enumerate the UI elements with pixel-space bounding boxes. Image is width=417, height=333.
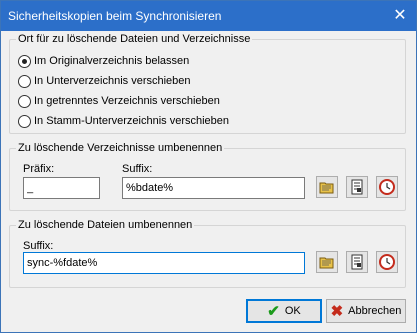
check-icon: ✔ — [267, 303, 280, 320]
location-group-legend: Ort für zu löschende Dateien und Verzeic… — [16, 33, 253, 46]
file-document-button[interactable] — [346, 251, 368, 273]
cancel-x-icon: ✖ — [330, 303, 344, 320]
dir-document-button[interactable] — [346, 176, 368, 198]
radio-label: In Stamm-Unterverzeichnis verschieben — [34, 115, 230, 127]
radio-button-checked[interactable] — [18, 54, 31, 68]
file-suffix-input[interactable] — [23, 252, 305, 274]
file-rename-group-legend: Zu löschende Dateien umbenennen — [16, 219, 195, 232]
close-icon[interactable]: ✕ — [391, 7, 409, 25]
document-icon — [351, 179, 363, 195]
folder-icon — [319, 182, 334, 194]
title-bar[interactable]: Sicherheitskopien beim Synchronisieren ✕ — [1, 1, 416, 31]
dialog-window: Sicherheitskopien beim Synchronisieren ✕… — [0, 0, 417, 333]
radio-move-separate-dir[interactable]: In getrenntes Verzeichnis verschieben — [18, 93, 220, 109]
radio-button[interactable] — [18, 74, 31, 88]
cancel-button[interactable]: ✖ Abbrechen — [326, 299, 406, 323]
clock-icon — [379, 254, 395, 270]
file-clock-button[interactable] — [376, 251, 398, 273]
file-folder-button[interactable] — [316, 251, 338, 273]
radio-label: In Unterverzeichnis verschieben — [34, 75, 191, 87]
suffix-label: Suffix: — [122, 163, 153, 175]
ok-button[interactable]: ✔ OK — [246, 299, 322, 323]
file-rename-group: Zu löschende Dateien umbenennen Suffix: — [9, 219, 406, 288]
dir-prefix-input[interactable] — [23, 177, 100, 199]
dir-rename-group: Zu löschende Verzeichnisse umbenennen Pr… — [9, 142, 406, 211]
radio-move-root-subdir[interactable]: In Stamm-Unterverzeichnis verschieben — [18, 113, 229, 129]
prefix-label: Präfix: — [23, 163, 55, 175]
radio-move-subdir[interactable]: In Unterverzeichnis verschieben — [18, 73, 191, 89]
dir-folder-button[interactable] — [316, 176, 338, 198]
dir-suffix-input[interactable] — [122, 177, 305, 199]
radio-button[interactable] — [18, 114, 31, 128]
cancel-button-label: Abbrechen — [348, 305, 402, 317]
clock-icon — [379, 179, 395, 195]
radio-keep-original[interactable]: Im Originalverzeichnis belassen — [18, 53, 189, 69]
folder-icon — [319, 257, 334, 269]
radio-label: In getrenntes Verzeichnis verschieben — [34, 95, 220, 107]
location-group: Ort für zu löschende Dateien und Verzeic… — [9, 33, 406, 134]
ok-button-label: OK — [284, 305, 301, 317]
dir-rename-group-legend: Zu löschende Verzeichnisse umbenennen — [16, 142, 225, 155]
dir-clock-button[interactable] — [376, 176, 398, 198]
window-title: Sicherheitskopien beim Synchronisieren — [8, 9, 222, 23]
radio-button[interactable] — [18, 94, 31, 108]
document-icon — [351, 254, 363, 270]
radio-label: Im Originalverzeichnis belassen — [34, 55, 190, 67]
